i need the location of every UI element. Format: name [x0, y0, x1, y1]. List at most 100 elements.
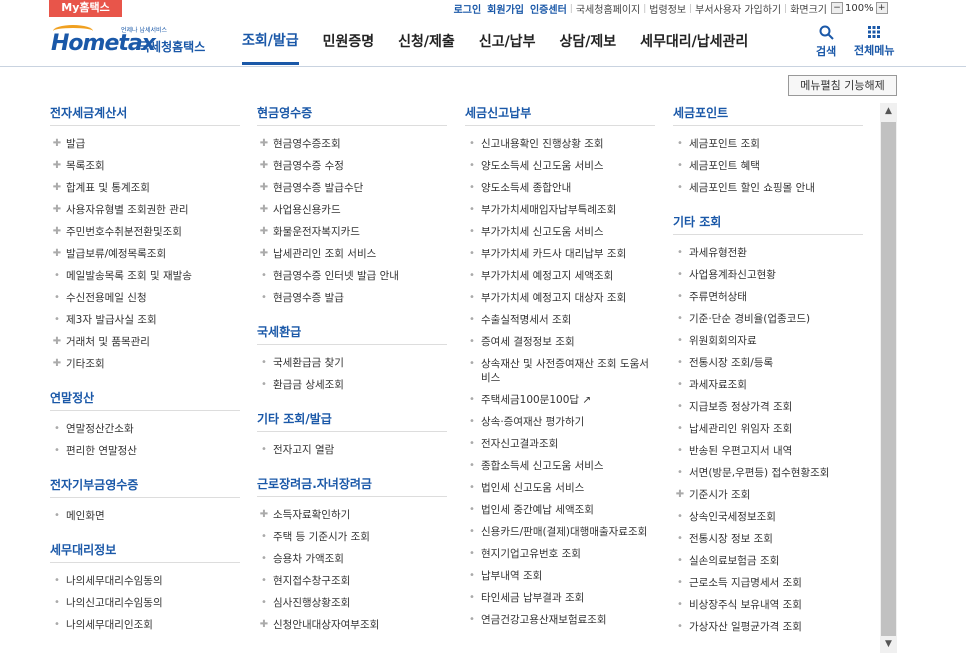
menu-fold-toggle-button[interactable]: 메뉴펼침 기능해제 — [788, 75, 897, 96]
menu-item[interactable]: • 나의세무대리수임동의 — [50, 570, 240, 592]
menu-item[interactable]: • 납세관리인 위임자 조회 — [673, 418, 863, 440]
menu-item[interactable]: • 나의세무대리인조회 — [50, 614, 240, 636]
section-title[interactable]: 기타 조회/발급 — [257, 410, 447, 432]
section-title[interactable]: 연말정산 — [50, 389, 240, 411]
menu-item[interactable]: ✚ 주민번호수취분전환및조회 — [50, 221, 240, 243]
section-title[interactable]: 전자세금계산서 — [50, 104, 240, 126]
menu-item[interactable]: ✚ 현금영수증 발급수단 — [257, 177, 447, 199]
menu-item[interactable]: • 기준·단순 경비율(업종코드) — [673, 308, 863, 330]
menu-item[interactable]: • 상속재산 및 사전증여재산 조회 도움서비스 — [465, 353, 655, 389]
menu-item[interactable]: • 서면(방문,우편등) 접수현황조회 — [673, 462, 863, 484]
section-title[interactable]: 현금영수증 — [257, 104, 447, 126]
menu-item[interactable]: • 증여세 결정정보 조회 — [465, 331, 655, 353]
menu-item[interactable]: • 반송된 우편고지서 내역 — [673, 440, 863, 462]
menu-item[interactable]: ✚ 납세관리인 조회 서비스 — [257, 243, 447, 265]
nav-tab[interactable]: 민원증명 — [323, 17, 375, 67]
menu-item[interactable]: • 양도소득세 종합안내 — [465, 177, 655, 199]
nav-tab[interactable]: 세무대리/납세관리 — [640, 17, 748, 67]
menu-item[interactable]: • 전자고지 열람 — [257, 439, 447, 461]
menu-item[interactable]: • 주류면허상태 — [673, 286, 863, 308]
menu-item[interactable]: ✚ 화물운전자복지카드 — [257, 221, 447, 243]
menu-item[interactable]: • 타인세금 납부결과 조회 — [465, 587, 655, 609]
menu-item[interactable]: • 상속·증여재산 평가하기 — [465, 411, 655, 433]
menu-item[interactable]: • 위원회회의자료 — [673, 330, 863, 352]
menu-item[interactable]: • 연말정산간소화 — [50, 418, 240, 440]
menu-item[interactable]: ✚ 기타조회 — [50, 353, 240, 375]
menu-item[interactable]: • 세금포인트 조회 — [673, 133, 863, 155]
zoom-out-button[interactable]: − — [831, 2, 843, 14]
scroll-thumb[interactable] — [881, 122, 896, 636]
hometax-logo[interactable]: 언제나 납세서비스 Hometax 국세청홈택스 — [51, 25, 211, 59]
my-hometax-button[interactable]: My홈택스 — [49, 0, 122, 17]
menu-item[interactable]: • 가상자산 일평균가격 조회 — [673, 616, 863, 638]
menu-item[interactable]: • 현지접수창구조회 — [257, 570, 447, 592]
menu-item[interactable]: • 비상장주식 보유내역 조회 — [673, 594, 863, 616]
menu-item[interactable]: • 상속인국세정보조회 — [673, 506, 863, 528]
menu-item[interactable]: • 양도소득세 신고도움 서비스 — [465, 155, 655, 177]
menu-item[interactable]: • 전통시장 조회/등록 — [673, 352, 863, 374]
menu-item[interactable]: • 메일발송목록 조회 및 재발송 — [50, 265, 240, 287]
menu-item[interactable]: ✚ 기준시가 조회 — [673, 484, 863, 506]
menu-item[interactable]: • 부가가치세 예정고지 대상자 조회 — [465, 287, 655, 309]
menu-item[interactable]: ✚ 사용자유형별 조회권한 관리 — [50, 199, 240, 221]
section-title[interactable]: 세금신고납부 — [465, 104, 655, 126]
all-menu-button[interactable]: 전체메뉴 — [854, 25, 894, 58]
menu-item[interactable]: • 국세환급금 찾기 — [257, 352, 447, 374]
menu-item[interactable]: • 과세자료조회 — [673, 374, 863, 396]
menu-item[interactable]: • 승용차 가액조회 — [257, 548, 447, 570]
menu-item[interactable]: ✚ 소득자료확인하기 — [257, 504, 447, 526]
menu-item[interactable]: • 신용카드/판매(결제)대행매출자료조회 — [465, 521, 655, 543]
menu-scrollbar[interactable]: ▲ ▼ — [880, 103, 897, 653]
menu-item[interactable]: ✚ 현금영수증조회 — [257, 133, 447, 155]
menu-item[interactable]: • 지급보증 정상가격 조회 — [673, 396, 863, 418]
menu-item[interactable]: • 나의신고대리수임동의 — [50, 592, 240, 614]
menu-item[interactable]: ✚ 사업용신용카드 — [257, 199, 447, 221]
menu-item[interactable]: • 환급금 상세조회 — [257, 374, 447, 396]
menu-item[interactable]: • 부가가치세 예정고지 세액조회 — [465, 265, 655, 287]
menu-item[interactable]: ✚ 합계표 및 통계조회 — [50, 177, 240, 199]
utility-link[interactable]: 인증센터 — [527, 1, 570, 16]
utility-link[interactable]: 로그인 — [451, 1, 485, 16]
section-title[interactable]: 기타 조회 — [673, 213, 863, 235]
menu-item[interactable]: • 신고내용확인 진행상황 조회 — [465, 133, 655, 155]
section-title[interactable]: 전자기부금영수증 — [50, 476, 240, 498]
menu-item[interactable]: • 실손의료보험금 조회 — [673, 550, 863, 572]
nav-tab[interactable]: 조회/발급 — [242, 17, 299, 65]
section-title[interactable]: 근로장려금.자녀장려금 — [257, 475, 447, 497]
menu-item[interactable]: • 연금건강고용산재보험료조회 — [465, 609, 655, 631]
menu-item[interactable]: • 근로소득 지급명세서 조회 — [673, 572, 863, 594]
menu-item[interactable]: • 현금영수증 인터넷 발급 안내 — [257, 265, 447, 287]
nav-tab[interactable]: 신고/납부 — [479, 17, 536, 67]
section-title[interactable]: 세무대리정보 — [50, 541, 240, 563]
menu-item[interactable]: • 현지기업고유번호 조회 — [465, 543, 655, 565]
utility-link[interactable]: 화면크기 — [787, 1, 830, 16]
nav-tab[interactable]: 신청/제출 — [398, 17, 455, 67]
menu-item[interactable]: • 전자신고결과조회 — [465, 433, 655, 455]
menu-item[interactable]: • 세금포인트 혜택 — [673, 155, 863, 177]
menu-item[interactable]: • 과세유형전환 — [673, 242, 863, 264]
menu-item[interactable]: ✚ 목록조회 — [50, 155, 240, 177]
utility-link[interactable]: 국세청홈페이지 — [573, 1, 643, 16]
menu-item[interactable]: • 부가가치세 신고도움 서비스 — [465, 221, 655, 243]
menu-item[interactable]: • 수신전용메일 신청 — [50, 287, 240, 309]
utility-link[interactable]: 부서사용자 가입하기 — [692, 1, 784, 16]
search-button[interactable]: 검색 — [816, 25, 836, 59]
menu-item[interactable]: • 종합소득세 신고도움 서비스 — [465, 455, 655, 477]
menu-item[interactable]: ✚ 발급 — [50, 133, 240, 155]
scroll-down-icon[interactable]: ▼ — [880, 636, 897, 653]
menu-item[interactable]: • 메인화면 — [50, 505, 240, 527]
menu-item[interactable]: • 현금영수증 발급 — [257, 287, 447, 309]
utility-link[interactable]: 회원가입 — [484, 1, 527, 16]
menu-item[interactable]: • 전통시장 정보 조회 — [673, 528, 863, 550]
menu-item[interactable]: ✚ 현금영수증 수정 — [257, 155, 447, 177]
menu-item[interactable]: • 법인세 신고도움 서비스 — [465, 477, 655, 499]
menu-item[interactable]: • 심사진행상황조회 — [257, 592, 447, 614]
menu-item[interactable]: ✚ 신청안내대상자여부조회 — [257, 614, 447, 636]
menu-item[interactable]: • 제3자 발급사실 조회 — [50, 309, 240, 331]
menu-item[interactable]: • 법인세 중간예납 세액조회 — [465, 499, 655, 521]
utility-link[interactable]: 법령정보 — [646, 1, 689, 16]
section-title[interactable]: 국세환급 — [257, 323, 447, 345]
menu-item[interactable]: • 주택 등 기준시가 조회 — [257, 526, 447, 548]
scroll-up-icon[interactable]: ▲ — [880, 103, 897, 120]
menu-item[interactable]: • 주택세금100문100답 ↗ — [465, 389, 655, 411]
